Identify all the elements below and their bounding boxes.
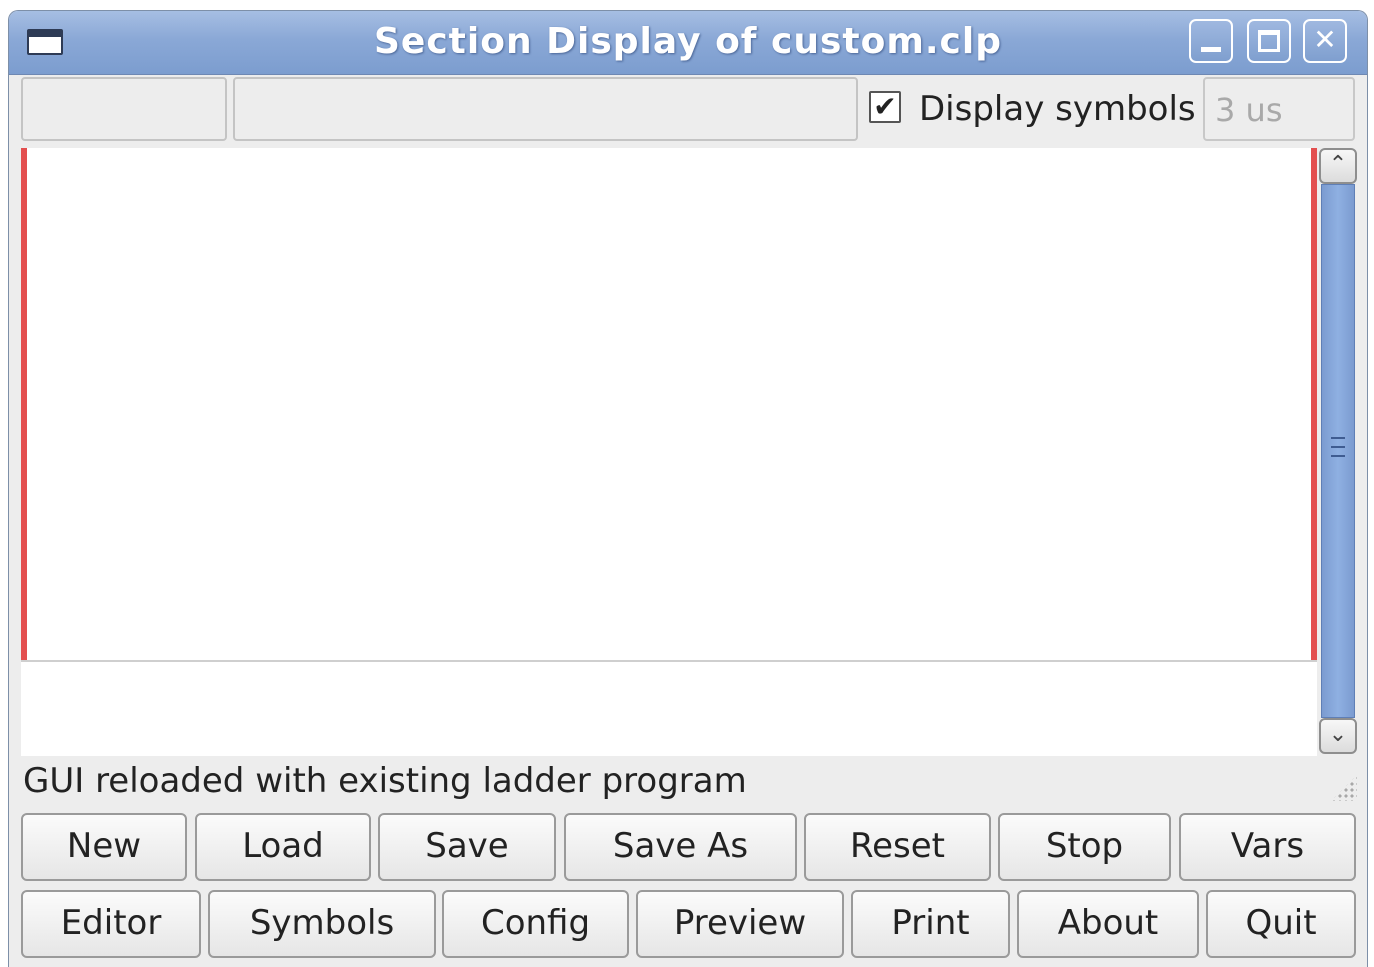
- grip-icon: [1331, 437, 1345, 457]
- rung-info-field: [21, 77, 227, 141]
- checkmark-icon: ✔: [873, 90, 897, 123]
- symbols-button[interactable]: Symbols: [208, 890, 436, 958]
- load-button[interactable]: Load: [195, 813, 371, 881]
- preview-button[interactable]: Preview: [636, 890, 844, 958]
- vertical-scrollbar[interactable]: ⌃ ⌄: [1319, 148, 1357, 754]
- right-power-rail: [1311, 148, 1317, 660]
- editor-button[interactable]: Editor: [21, 890, 201, 958]
- chevron-up-icon: ⌃: [1328, 152, 1348, 177]
- left-power-rail: [21, 148, 27, 660]
- scroll-up-button[interactable]: ⌃: [1319, 148, 1357, 184]
- scroll-down-button[interactable]: ⌄: [1319, 718, 1357, 754]
- vars-button[interactable]: Vars: [1179, 813, 1356, 881]
- about-button[interactable]: About: [1017, 890, 1199, 958]
- chevron-down-icon: ⌄: [1328, 722, 1348, 747]
- status-message: GUI reloaded with existing ladder progra…: [23, 761, 747, 801]
- quit-button[interactable]: Quit: [1206, 890, 1356, 958]
- display-symbols-label[interactable]: Display symbols: [919, 89, 1196, 129]
- resize-grip-icon[interactable]: [1331, 775, 1357, 801]
- save-as-button[interactable]: Save As: [564, 813, 797, 881]
- scrollbar-thumb[interactable]: [1321, 184, 1355, 718]
- config-button[interactable]: Config: [442, 890, 629, 958]
- new-button[interactable]: New: [21, 813, 187, 881]
- window-title: Section Display of custom.clp: [374, 21, 1002, 62]
- status-bar: GUI reloaded with existing ladder progra…: [9, 759, 1367, 809]
- close-icon: ✕: [1313, 23, 1337, 56]
- title-bar[interactable]: Section Display of custom.clp ✕: [9, 11, 1367, 75]
- reset-button[interactable]: Reset: [804, 813, 991, 881]
- ladder-drawing-area[interactable]: [21, 148, 1317, 756]
- maximize-icon: [1258, 30, 1280, 52]
- maximize-button[interactable]: [1247, 19, 1291, 63]
- app-window: Section Display of custom.clp ✕ ✔ Displa…: [8, 10, 1368, 967]
- close-button[interactable]: ✕: [1303, 19, 1347, 63]
- minimize-icon: [1201, 47, 1221, 52]
- rung-comment-field[interactable]: [233, 77, 858, 141]
- save-button[interactable]: Save: [378, 813, 556, 881]
- ladder-rung-section[interactable]: [21, 148, 1317, 662]
- minimize-button[interactable]: [1189, 19, 1233, 63]
- stop-button[interactable]: Stop: [998, 813, 1171, 881]
- display-symbols-checkbox[interactable]: ✔: [869, 91, 901, 123]
- print-button[interactable]: Print: [851, 890, 1010, 958]
- scan-time-display: 3 us: [1203, 77, 1355, 141]
